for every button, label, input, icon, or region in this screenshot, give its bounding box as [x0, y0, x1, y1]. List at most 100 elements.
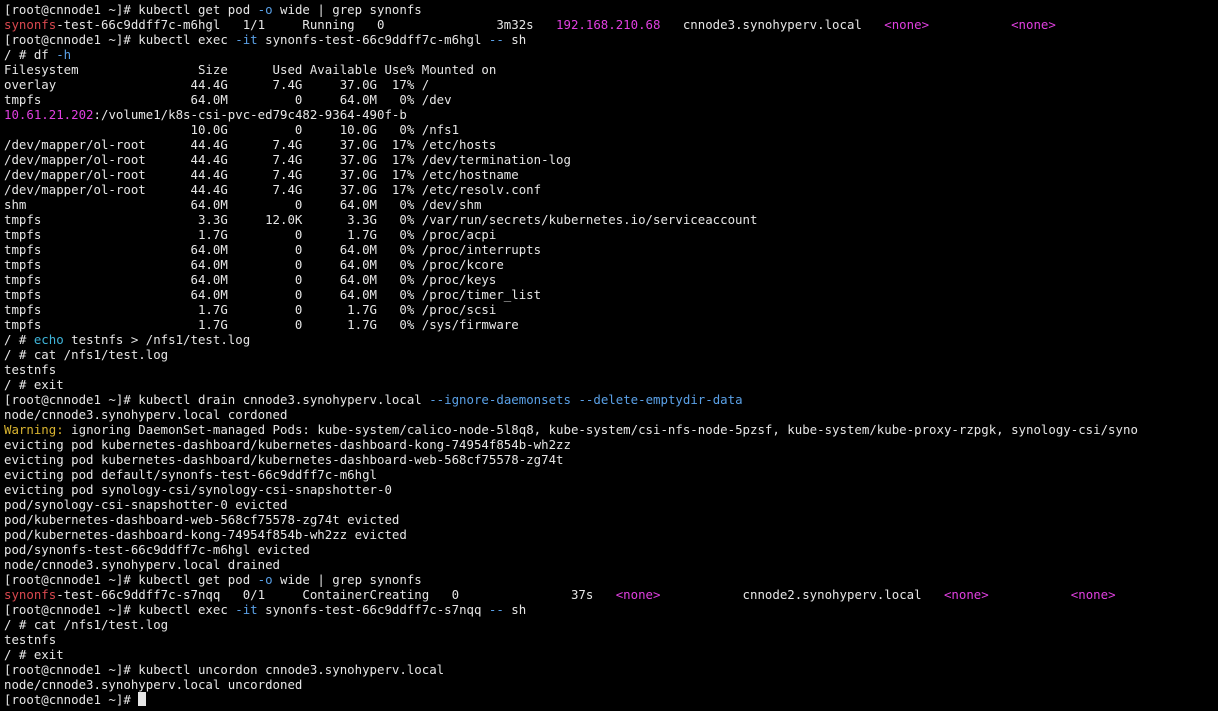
terminal-line: node/cnnode3.synohyperv.local drained [4, 557, 1218, 572]
terminal-text: -it [235, 602, 258, 617]
terminal-line: /dev/mapper/ol-root 44.4G 7.4G 37.0G 17%… [4, 182, 1218, 197]
terminal-line: evicting pod synology-csi/synology-csi-s… [4, 482, 1218, 497]
terminal-line: evicting pod default/synonfs-test-66c9dd… [4, 467, 1218, 482]
terminal-text: Filesystem Size Used Available Use% Moun… [4, 62, 497, 77]
terminal-line: tmpfs 1.7G 0 1.7G 0% /sys/firmware [4, 317, 1218, 332]
terminal-text: <none> [1070, 587, 1116, 602]
terminal-line: /dev/mapper/ol-root 44.4G 7.4G 37.0G 17%… [4, 152, 1218, 167]
terminal-line: tmpfs 64.0M 0 64.0M 0% /proc/interrupts [4, 242, 1218, 257]
terminal-text: <none> [943, 587, 989, 602]
terminal-text: pod/synology-csi-snapshotter-0 evicted [4, 497, 288, 512]
terminal-text: sh [503, 602, 527, 617]
terminal-line: / # df -h [4, 47, 1218, 62]
terminal-text: [root@cnnode1 ~]# kubectl exec [4, 32, 236, 47]
terminal-line: Warning: ignoring DaemonSet-managed Pods… [4, 422, 1218, 437]
terminal-text: -o [257, 2, 273, 17]
terminal-text: <none> [1011, 17, 1056, 32]
terminal-line: / # exit [4, 377, 1218, 392]
terminal-text: node/cnnode3.synohyperv.local cordoned [4, 407, 288, 422]
terminal-text: tmpfs 1.7G 0 1.7G 0% /proc/scsi [4, 302, 497, 317]
terminal-text: [root@cnnode1 ~]# [4, 692, 139, 707]
terminal-text: tmpfs 64.0M 0 64.0M 0% /proc/timer_list [4, 287, 542, 302]
terminal-text: -test-66c9ddff7c-m6hgl 1/1 Running 0 3m3… [56, 17, 557, 32]
terminal-line: synonfs-test-66c9ddff7c-s7nqq 0/1 Contai… [4, 587, 1218, 602]
terminal-line: evicting pod kubernetes-dashboard/kubern… [4, 437, 1218, 452]
terminal-text: evicting pod synology-csi/synology-csi-s… [4, 482, 392, 497]
terminal-text: -test-66c9ddff7c-s7nqq 0/1 ContainerCrea… [56, 587, 616, 602]
terminal-text: cnnode3.synohyperv.local [660, 17, 885, 32]
terminal-line: [root@cnnode1 ~]# [4, 692, 1218, 707]
terminal-text: 10.61.21.202 [4, 107, 94, 122]
terminal-line: tmpfs 1.7G 0 1.7G 0% /proc/scsi [4, 302, 1218, 317]
terminal-window[interactable]: [root@cnnode1 ~]# kubectl get pod -o wid… [0, 0, 1218, 711]
terminal-line: /dev/mapper/ol-root 44.4G 7.4G 37.0G 17%… [4, 167, 1218, 182]
terminal-text: / # [4, 332, 34, 347]
terminal-text: [root@cnnode1 ~]# kubectl get pod [4, 2, 258, 17]
terminal-line: [root@cnnode1 ~]# kubectl get pod -o wid… [4, 572, 1218, 587]
terminal-line: tmpfs 64.0M 0 64.0M 0% /proc/timer_list [4, 287, 1218, 302]
terminal-text: node/cnnode3.synohyperv.local uncordoned [4, 677, 303, 692]
cursor-icon[interactable] [138, 692, 147, 706]
terminal-line: evicting pod kubernetes-dashboard/kubern… [4, 452, 1218, 467]
terminal-text: tmpfs 64.0M 0 64.0M 0% /proc/kcore [4, 257, 504, 272]
terminal-text: evicting pod kubernetes-dashboard/kubern… [4, 452, 564, 467]
terminal-text: / # df [4, 47, 57, 62]
terminal-line: / # cat /nfs1/test.log [4, 347, 1218, 362]
terminal-text: tmpfs 64.0M 0 64.0M 0% /proc/interrupts [4, 242, 542, 257]
terminal-line: [root@cnnode1 ~]# kubectl exec -it synon… [4, 602, 1218, 617]
terminal-line: pod/kubernetes-dashboard-kong-74954f854b… [4, 527, 1218, 542]
terminal-text: /dev/mapper/ol-root 44.4G 7.4G 37.0G 17%… [4, 152, 571, 167]
terminal-text: / # cat /nfs1/test.log [4, 617, 169, 632]
terminal-text: --ignore-daemonsets [429, 392, 571, 407]
terminal-line: tmpfs 1.7G 0 1.7G 0% /proc/acpi [4, 227, 1218, 242]
terminal-text: node/cnnode3.synohyperv.local drained [4, 557, 281, 572]
terminal-line: synonfs-test-66c9ddff7c-m6hgl 1/1 Runnin… [4, 17, 1218, 32]
terminal-line: /dev/mapper/ol-root 44.4G 7.4G 37.0G 17%… [4, 137, 1218, 152]
terminal-text: 10.0G 0 10.0G 0% /nfs1 [4, 122, 460, 137]
terminal-line: [root@cnnode1 ~]# kubectl get pod -o wid… [4, 2, 1218, 17]
terminal-text: [root@cnnode1 ~]# kubectl uncordon cnnod… [4, 662, 445, 677]
terminal-line: pod/synonfs-test-66c9ddff7c-m6hgl evicte… [4, 542, 1218, 557]
terminal-text: /dev/mapper/ol-root 44.4G 7.4G 37.0G 17%… [4, 167, 519, 182]
terminal-text: [root@cnnode1 ~]# kubectl drain cnnode3.… [4, 392, 430, 407]
terminal-line: node/cnnode3.synohyperv.local cordoned [4, 407, 1218, 422]
terminal-text: wide | grep synonfs [272, 2, 422, 17]
terminal-text: pod/kubernetes-dashboard-kong-74954f854b… [4, 527, 407, 542]
terminal-line: node/cnnode3.synohyperv.local uncordoned [4, 677, 1218, 692]
terminal-line: [root@cnnode1 ~]# kubectl drain cnnode3.… [4, 392, 1218, 407]
terminal-text: synonfs [4, 587, 57, 602]
terminal-text: evicting pod kubernetes-dashboard/kubern… [4, 437, 571, 452]
terminal-text: -- [488, 602, 504, 617]
terminal-line: [root@cnnode1 ~]# kubectl uncordon cnnod… [4, 662, 1218, 677]
terminal-line: shm 64.0M 0 64.0M 0% /dev/shm [4, 197, 1218, 212]
terminal-text: / # cat /nfs1/test.log [4, 347, 169, 362]
terminal-line: overlay 44.4G 7.4G 37.0G 17% / [4, 77, 1218, 92]
terminal-text: pod/kubernetes-dashboard-web-568cf75578-… [4, 512, 400, 527]
terminal-line: 10.61.21.202:/volume1/k8s-csi-pvc-ed79c4… [4, 107, 1218, 122]
terminal-text: [root@cnnode1 ~]# kubectl exec [4, 602, 236, 617]
terminal-line: tmpfs 64.0M 0 64.0M 0% /proc/keys [4, 272, 1218, 287]
terminal-text: pod/synonfs-test-66c9ddff7c-m6hgl evicte… [4, 542, 310, 557]
terminal-line: / # cat /nfs1/test.log [4, 617, 1218, 632]
terminal-text: testnfs [4, 632, 57, 647]
terminal-text: overlay 44.4G 7.4G 37.0G 17% / [4, 77, 430, 92]
terminal-text: :/volume1/k8s-csi-pvc-ed79c482-9364-490f… [93, 107, 407, 122]
terminal-text: -it [235, 32, 258, 47]
terminal-text: shm 64.0M 0 64.0M 0% /dev/shm [4, 197, 482, 212]
terminal-text: tmpfs 3.3G 12.0K 3.3G 0% /var/run/secret… [4, 212, 758, 227]
terminal-text: testnfs > /nfs1/test.log [63, 332, 251, 347]
terminal-text: <none> [884, 17, 930, 32]
terminal-line: pod/synology-csi-snapshotter-0 evicted [4, 497, 1218, 512]
terminal-text: / # exit [4, 647, 64, 662]
terminal-line: / # exit [4, 647, 1218, 662]
terminal-text: 192.168.210.68 [556, 17, 661, 32]
terminal-text: -o [257, 572, 273, 587]
terminal-text: testnfs [4, 362, 57, 377]
terminal-text: evicting pod default/synonfs-test-66c9dd… [4, 467, 377, 482]
terminal-text: wide | grep synonfs [272, 572, 422, 587]
terminal-text: ignoring DaemonSet-managed Pods: kube-sy… [63, 422, 1138, 437]
terminal-text: [root@cnnode1 ~]# kubectl get pod [4, 572, 258, 587]
terminal-text: /dev/mapper/ol-root 44.4G 7.4G 37.0G 17%… [4, 137, 497, 152]
